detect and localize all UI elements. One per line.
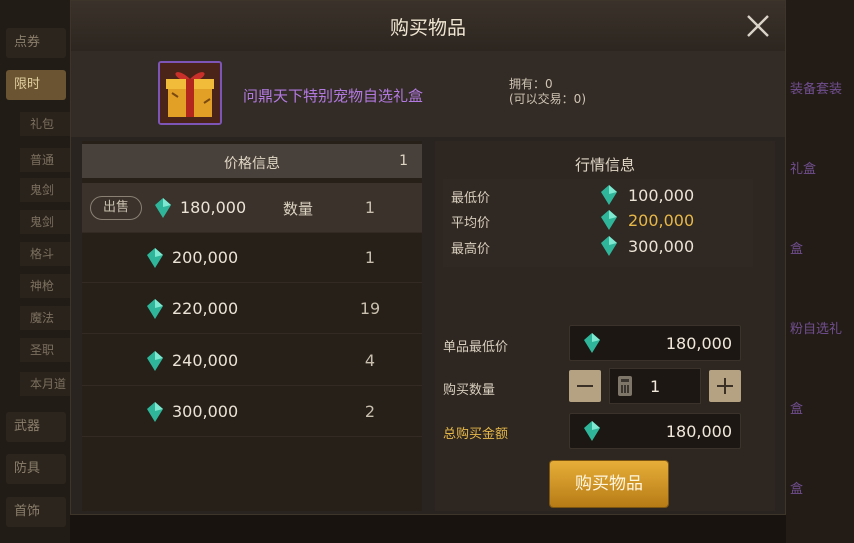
gem-icon [601, 210, 617, 230]
dialog-title: 购买物品 [389, 17, 466, 39]
min-price-label: 最低价 [451, 191, 491, 206]
row-qty: 1 [364, 198, 376, 217]
bg-item-label: 盒 [790, 242, 804, 257]
row-qty: 19 [359, 299, 381, 318]
price-row[interactable]: 300,000 2 [82, 387, 422, 437]
bg-tab-armor[interactable]: 防具 [6, 454, 66, 484]
background-left-menu: 点券 限时 礼包 普通 鬼剑 鬼剑 格斗 神枪 魔法 圣职 本月道 武器 防具 … [0, 0, 70, 543]
sell-badge: 出售 [90, 196, 142, 220]
unit-price-field: 180,000 [569, 325, 741, 361]
qty-label: 数量 [283, 200, 314, 218]
bg-item-label: 盒 [790, 482, 804, 497]
bg-subtab[interactable]: 圣职 [20, 338, 70, 362]
row-price: 240,000 [172, 351, 239, 370]
qty-input[interactable]: 1 [609, 368, 701, 404]
gem-icon [147, 351, 163, 371]
bg-tab-accessories[interactable]: 首饰 [6, 497, 66, 527]
bg-tab-limited[interactable]: 限时 [6, 70, 66, 100]
gift-box-icon[interactable] [158, 61, 222, 125]
qty-decrease-button[interactable] [569, 370, 601, 402]
background-right-list: 装备套装 礼盒 盒 粉自选礼 盒 盒 [786, 0, 854, 543]
gem-icon [147, 299, 163, 319]
gem-icon [584, 333, 600, 353]
bg-subtab[interactable]: 鬼剑 [20, 178, 70, 202]
max-price-value: 300,000 [628, 237, 695, 256]
background-bottom [70, 515, 786, 543]
price-info-panel: 价格信息 1 出售 180,000 数量 1 200,000 1 220,000… [82, 141, 422, 511]
owned-count: 拥有：0 [509, 77, 553, 91]
avg-price-value: 200,000 [628, 211, 695, 230]
price-info-header: 价格信息 1 [82, 144, 422, 178]
gem-icon [584, 421, 600, 441]
item-info: 问鼎天下特别宠物自选礼盒 拥有：0 (可以交易：0) [71, 51, 785, 137]
tradable-count: (可以交易：0) [509, 92, 586, 106]
max-price-label: 最高价 [451, 242, 491, 257]
row-qty: 2 [364, 402, 376, 421]
bg-item-label: 装备套装 [790, 82, 843, 97]
bg-subtab[interactable]: 礼包 [20, 112, 70, 136]
dialog-titlebar: 购买物品 [71, 1, 785, 52]
owned-info: 拥有：0 (可以交易：0) [509, 77, 586, 107]
price-info-title: 价格信息 [224, 156, 280, 172]
price-row[interactable]: 220,000 19 [82, 284, 422, 334]
price-row-selected[interactable]: 出售 180,000 数量 1 [82, 183, 422, 233]
calculator-icon[interactable] [618, 376, 632, 396]
gem-icon [601, 236, 617, 256]
buy-button[interactable]: 购买物品 [550, 461, 668, 507]
row-price: 180,000 [180, 198, 247, 217]
price-row[interactable]: 200,000 1 [82, 233, 422, 283]
row-qty: 4 [364, 351, 376, 370]
total-field: 180,000 [569, 413, 741, 449]
unit-price-label: 单品最低价 [443, 340, 509, 355]
total-label: 总购买金额 [443, 427, 509, 442]
unit-price-value: 180,000 [665, 334, 732, 353]
gem-icon [147, 248, 163, 268]
gem-icon [155, 198, 171, 218]
qty-increase-button[interactable] [709, 370, 741, 402]
min-price-value: 100,000 [628, 186, 695, 205]
gem-icon [147, 402, 163, 422]
total-value: 180,000 [665, 422, 732, 441]
price-row[interactable]: 240,000 4 [82, 336, 422, 386]
item-name: 问鼎天下特别宠物自选礼盒 [243, 87, 424, 105]
gem-icon [601, 185, 617, 205]
bg-item-label: 粉自选礼 [790, 322, 843, 337]
bg-item-label: 盒 [790, 402, 804, 417]
bg-subtab[interactable]: 本月道 [20, 372, 70, 396]
close-icon [747, 15, 769, 37]
market-info-title: 行情信息 [574, 156, 635, 174]
row-price: 200,000 [172, 248, 239, 267]
bg-subtab[interactable]: 格斗 [20, 242, 70, 266]
market-stats: 最低价 100,000 平均价 200,000 最高价 300,000 [443, 179, 753, 267]
bg-subtab[interactable]: 魔法 [20, 306, 70, 330]
bg-tab-weapons[interactable]: 武器 [6, 412, 66, 442]
bg-tab-points[interactable]: 点券 [6, 28, 66, 58]
close-button[interactable] [745, 13, 771, 39]
bg-subtab[interactable]: 鬼剑 [20, 210, 70, 234]
qty-value: 1 [650, 377, 661, 396]
avg-price-label: 平均价 [451, 216, 491, 231]
purchase-qty-label: 购买数量 [443, 383, 496, 398]
purchase-dialog: 购买物品 问鼎天下特别宠物自选礼盒 拥有：0 (可以交易：0) 价格信息 1 出… [70, 0, 786, 515]
bg-subtab[interactable]: 神枪 [20, 274, 70, 298]
bg-subtab[interactable]: 普通 [20, 148, 70, 172]
bg-item-label: 礼盒 [790, 162, 817, 177]
market-panel: 行情信息 最低价 100,000 平均价 200,000 最高价 300,000… [435, 141, 775, 511]
row-price: 300,000 [172, 402, 239, 421]
row-price: 220,000 [172, 299, 239, 318]
price-info-count: 1 [399, 153, 408, 169]
row-qty: 1 [364, 248, 376, 267]
